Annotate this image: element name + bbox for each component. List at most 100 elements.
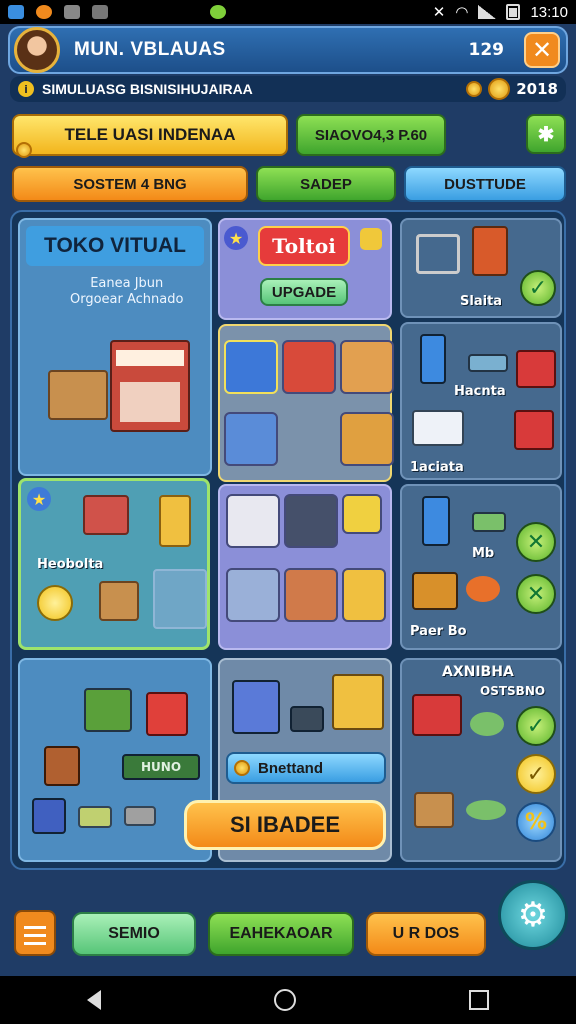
stall-icon <box>83 495 129 535</box>
gold-coin-icon <box>488 78 511 100</box>
menu-button[interactable] <box>14 910 56 956</box>
puzzle-icon: ✱ <box>537 123 555 146</box>
inventory-label: Heobolta <box>37 557 104 572</box>
item-tile[interactable] <box>226 494 280 548</box>
bottom-button-2[interactable]: EAHEKAOAR <box>208 912 354 956</box>
settings-gear-button[interactable]: ⚙ <box>498 880 568 950</box>
notification-icon <box>8 5 24 19</box>
poster-icon <box>159 495 191 547</box>
harvest-title: AXNIBHA <box>442 664 514 680</box>
item-tile[interactable] <box>340 340 394 394</box>
main-grid: TOKO VITUAL Eanea Jbun Orgoear Achnado ★… <box>10 210 566 870</box>
game-title: MUN. VBLAUAS <box>74 39 226 60</box>
leaf-icon <box>472 512 506 532</box>
pie-chart-icon <box>37 585 73 621</box>
harvest-subtitle: OSTSBNO <box>480 684 546 698</box>
box-icon <box>48 370 108 420</box>
avatar[interactable] <box>14 27 60 73</box>
item-tile[interactable] <box>284 494 338 548</box>
item-grid-b <box>218 484 392 650</box>
item-tile[interactable] <box>340 412 394 466</box>
cart-panel[interactable]: Slaita ✓ <box>400 218 562 318</box>
bottom-button-1[interactable]: SEMIO <box>72 912 196 956</box>
dismiss-button[interactable]: ✕ <box>516 522 556 562</box>
bottom-button-3-label: U R DOS <box>392 925 460 942</box>
store-title: TOKO VITUAL <box>26 226 204 266</box>
back-icon[interactable] <box>86 990 101 1010</box>
wallet-icon <box>124 806 156 826</box>
market-icon <box>84 688 132 732</box>
cart-icon <box>416 234 460 274</box>
screen-icon <box>64 5 80 19</box>
clock: 13:10 <box>530 3 568 21</box>
truck-icon <box>146 692 188 736</box>
start-button[interactable]: SI IBADEE <box>184 800 386 850</box>
leaf-icon <box>470 712 504 736</box>
store-panel[interactable]: TOKO VITUAL Eanea Jbun Orgoear Achnado <box>18 218 212 476</box>
district-pill-button[interactable]: Bnettand <box>226 752 386 784</box>
shelf-icon <box>472 226 508 276</box>
tower-icon <box>422 496 450 546</box>
item-tile[interactable] <box>342 494 382 534</box>
upgrade-panel[interactable]: ★ Toltoi UPGADE <box>218 218 392 320</box>
cash-icon <box>78 806 112 828</box>
shop-icon <box>232 680 280 734</box>
header: MUN. VBLAUAS 129 ✕ <box>8 26 568 74</box>
item-tile[interactable] <box>226 568 280 622</box>
ticket-icon <box>468 354 508 372</box>
home-icon[interactable] <box>273 989 296 1011</box>
leaf-icon <box>466 800 506 820</box>
store-front-icon <box>412 410 464 446</box>
tab-sadep[interactable]: SADEP <box>256 166 396 202</box>
products-footer-label: 1aciata <box>410 460 464 475</box>
warehouse-panel[interactable]: HUNO <box>18 658 212 862</box>
upgrade-label: UPGADE <box>271 283 337 301</box>
locker-icon <box>32 798 66 834</box>
wrench-button[interactable]: ✓ <box>516 754 556 794</box>
district-pill-label: Bnettand <box>258 759 323 777</box>
supply-panel[interactable]: Mb ✕ ✕ Paer Bo <box>400 484 562 650</box>
item-tile[interactable] <box>224 340 278 394</box>
approve-button[interactable]: ✓ <box>516 706 556 746</box>
market-stand-icon <box>412 694 462 736</box>
item-tile[interactable] <box>284 568 338 622</box>
item-tile[interactable] <box>282 340 336 394</box>
products-panel[interactable]: Hacnta 1aciata <box>400 322 562 480</box>
app-icon <box>36 5 52 19</box>
inventory-panel[interactable]: ★ Heobolta <box>18 478 210 650</box>
close-button[interactable]: ✕ <box>524 32 560 68</box>
banner-sign: Toltoi <box>258 226 350 266</box>
crate-icon <box>99 581 139 621</box>
building-icon <box>420 334 446 384</box>
delivery-box-icon <box>153 569 207 629</box>
recents-icon[interactable] <box>469 990 490 1010</box>
upgrade-button[interactable]: UPGADE <box>260 278 348 306</box>
bottom-button-1-label: SEMIO <box>108 925 160 942</box>
bottom-button-3[interactable]: U R DOS <box>366 912 486 956</box>
primary-action-button[interactable]: TELE UASI INDENAA <box>12 114 288 156</box>
secondary-action-button[interactable]: SIAOVO4,3 P.60 <box>296 114 446 156</box>
battery-icon <box>506 4 521 20</box>
box-icon <box>414 792 454 828</box>
gear-icon: ⚙ <box>517 895 549 935</box>
item-grid-a <box>218 324 394 482</box>
coin-counter: 2018 <box>466 78 558 100</box>
settings-badge-button[interactable]: % <box>516 802 556 842</box>
game-icon <box>210 5 226 19</box>
puzzle-button[interactable]: ✱ <box>526 114 566 154</box>
item-tile[interactable] <box>224 412 278 466</box>
tab-system[interactable]: SOSTEM 4 BNG <box>12 166 248 202</box>
tab-dusttude[interactable]: DUSTTUDE <box>404 166 566 202</box>
ticker-text: SIMULUASG BISNISIHUJAIRAA <box>42 81 253 97</box>
harvest-panel[interactable]: AXNIBHA OSTSBNO ✓ ✓ % <box>400 658 562 862</box>
store-subtitle-line1: Eanea Jbun <box>90 276 164 291</box>
store-subtitle: Eanea Jbun Orgoear Achnado <box>70 276 183 308</box>
dismiss-button[interactable]: ✕ <box>516 574 556 614</box>
gift-icon <box>360 228 382 250</box>
check-button[interactable]: ✓ <box>520 270 556 306</box>
level-number: 129 <box>468 40 505 60</box>
wifi-icon: ◠ <box>455 4 469 21</box>
item-tile[interactable] <box>342 568 386 622</box>
shop-building-icon <box>110 340 190 432</box>
tab-dusttude-label: DUSTTUDE <box>444 175 526 193</box>
